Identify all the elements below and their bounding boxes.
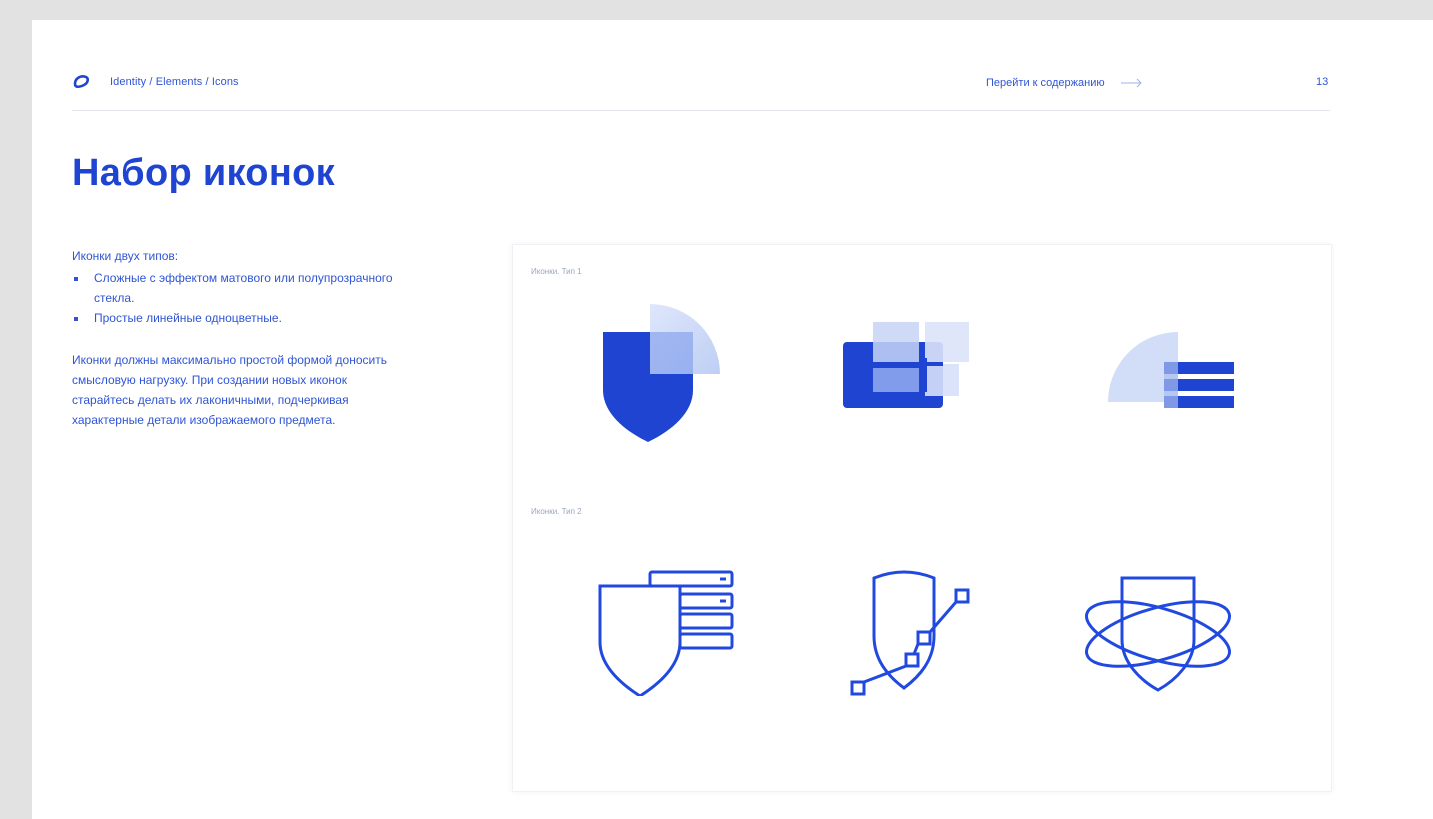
type1-label: Иконки. Тип 1 (531, 267, 582, 276)
list-item: Сложные с эффектом матового или полупроз… (72, 268, 412, 308)
description: Иконки двух типов: Сложные с эффектом ма… (72, 246, 412, 430)
shield-orbit-line-icon (1068, 551, 1248, 701)
top-bar: Identity / Elements / Icons Перейти к со… (72, 74, 1330, 111)
toc-link-label: Перейти к содержанию (986, 77, 1105, 89)
icons-panel: Иконки. Тип 1 Иконки. Тип 2 (512, 244, 1332, 792)
window-glass-icon (815, 297, 995, 447)
shield-glass-icon (565, 297, 745, 447)
icon-types-list: Сложные с эффектом матового или полупроз… (72, 268, 412, 328)
type2-label: Иконки. Тип 2 (531, 507, 582, 516)
breadcrumb: Identity / Elements / Icons (110, 76, 239, 88)
page: Identity / Elements / Icons Перейти к со… (32, 20, 1433, 819)
toc-link[interactable]: Перейти к содержанию (986, 74, 1206, 92)
page-number: 13 (1316, 76, 1329, 88)
description-body: Иконки должны максимально простой формой… (72, 353, 387, 427)
list-item: Простые линейные одноцветные. (72, 308, 412, 328)
description-intro: Иконки двух типов: (72, 249, 179, 263)
logo-icon (73, 75, 90, 89)
page-title: Набор иконок (72, 152, 335, 194)
arrow-right-icon (1120, 78, 1142, 88)
server-glass-icon (1076, 297, 1256, 447)
shield-network-line-icon (819, 551, 999, 701)
shield-server-line-icon (573, 551, 753, 701)
